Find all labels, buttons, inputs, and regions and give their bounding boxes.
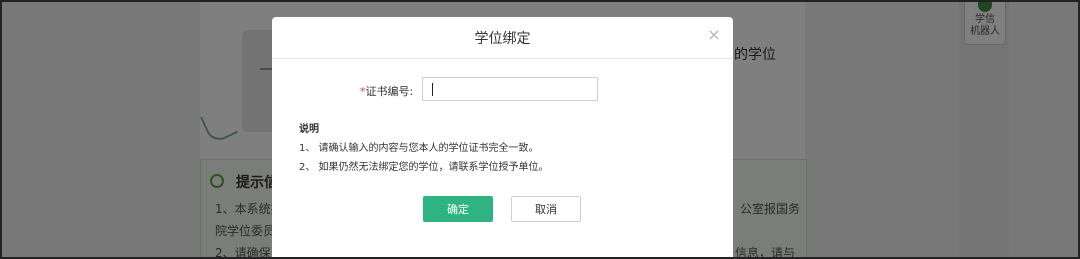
certificate-number-label: *证书编号: xyxy=(360,83,413,99)
screen-frame: 的学位 提示信 1、本系统提 公室报国务 院学位委员 2、请确保 信息，请与 学… xyxy=(0,0,1080,259)
cancel-button[interactable]: 取消 xyxy=(511,196,581,222)
close-icon[interactable]: × xyxy=(705,25,723,45)
certificate-number-label-text: 证书编号: xyxy=(365,85,414,98)
certificate-number-input[interactable] xyxy=(422,77,598,101)
note-item: 1、 请确认输入的内容与您本人的学位证书完全一致。 xyxy=(299,143,539,154)
degree-binding-dialog: 学位绑定 × *证书编号: 说明 1、 请确认输入的内容与您本人的学位证书完全一… xyxy=(272,17,733,257)
text-caret xyxy=(432,83,433,96)
confirm-button[interactable]: 确定 xyxy=(423,196,493,222)
notes-title: 说明 xyxy=(299,124,319,135)
note-item: 2、 如果仍然无法绑定您的学位，请联系学位授予单位。 xyxy=(299,162,549,173)
dialog-header: 学位绑定 × xyxy=(272,17,733,59)
dialog-title: 学位绑定 xyxy=(474,31,531,47)
